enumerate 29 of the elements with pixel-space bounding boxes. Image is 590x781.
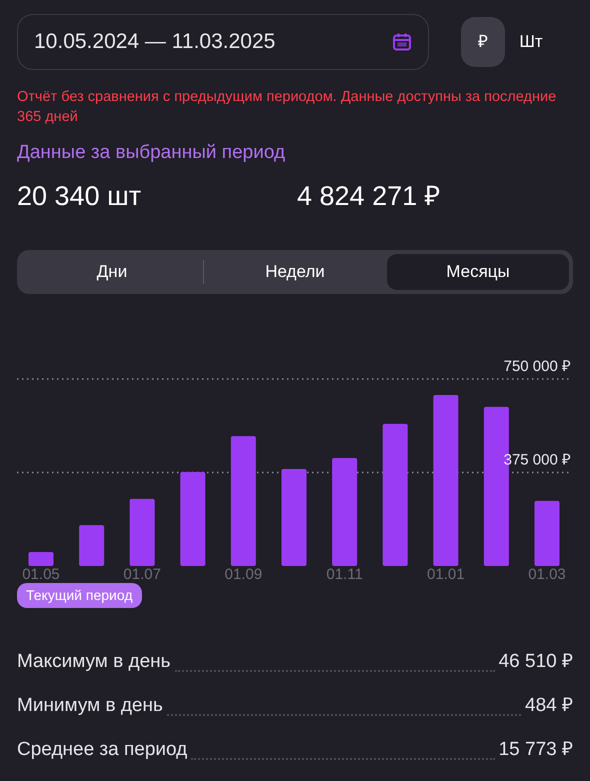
unit-toggle-button[interactable]: Шт	[509, 17, 553, 67]
legend-pill: Текущий период	[17, 583, 142, 608]
stat-value: 484 ₽	[525, 694, 573, 718]
axis-label: 01.05	[22, 566, 60, 584]
period-tab[interactable]: Дни	[21, 254, 203, 290]
axis-label: 750 000 ₽	[504, 358, 571, 376]
total-value: 20 340 шт	[17, 180, 142, 213]
period-tab[interactable]: Недели	[204, 254, 386, 290]
stat-value: 15 773 ₽	[498, 738, 573, 762]
warning-text: Отчёт без сравнения с предыдущим периодом. Данные доступны за последние 365 дней	[17, 88, 557, 127]
bar	[79, 525, 104, 566]
total-value: 4 824 271 ₽	[297, 180, 441, 213]
bar	[130, 499, 155, 566]
axis-label: 01.11	[326, 566, 363, 584]
unit-toggle-button[interactable]: ₽	[461, 17, 505, 67]
section-title: Данные за выбранный период	[17, 141, 286, 166]
period-tab[interactable]: Месяцы	[387, 254, 569, 290]
axis-label: 01.09	[224, 566, 262, 584]
stat-value: 46 510 ₽	[498, 650, 573, 674]
bar	[534, 501, 560, 566]
bar	[28, 552, 54, 566]
calendar-icon[interactable]	[392, 32, 412, 52]
stat-label: Минимум в день	[17, 694, 163, 718]
stat-label: Максимум в день	[17, 650, 171, 674]
axis-label: 01.07	[123, 566, 161, 584]
axis-label: 01.03	[528, 566, 566, 584]
stat-label: Среднее за период	[17, 738, 188, 762]
date-range-field[interactable]: 10.05.2024 — 11.03.2025	[17, 14, 429, 70]
axis-label: 01.01	[427, 566, 465, 584]
